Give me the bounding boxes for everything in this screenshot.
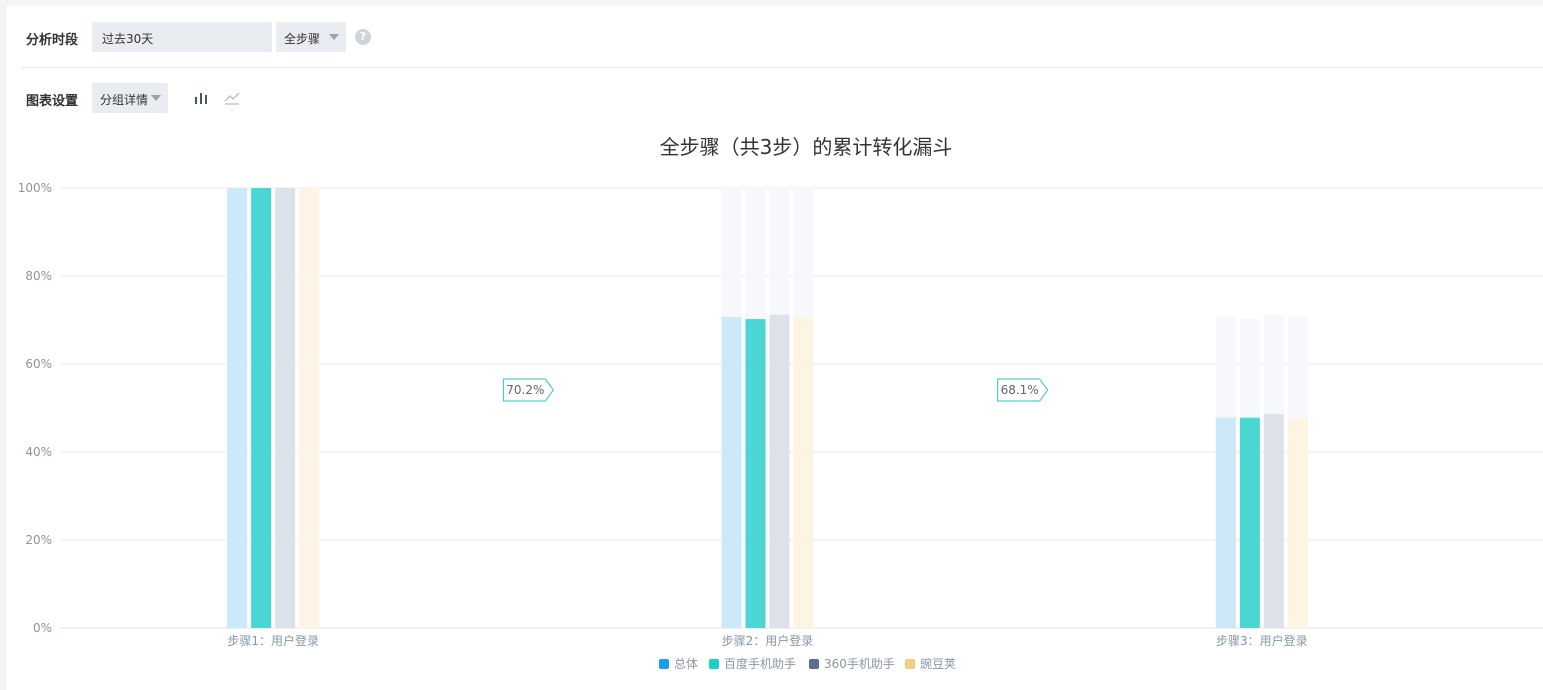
y-tick-label: 40% [25, 445, 52, 459]
legend-label: 360手机助手 [824, 657, 895, 671]
bar[interactable] [275, 188, 296, 628]
y-tick-label: 100% [18, 181, 52, 195]
legend-item[interactable]: 总体 [659, 657, 698, 671]
legend-swatch [905, 659, 915, 669]
bar[interactable] [745, 319, 766, 628]
bar[interactable] [1239, 417, 1260, 628]
bar[interactable] [1287, 419, 1308, 628]
bar[interactable] [769, 314, 790, 628]
y-tick-label: 60% [25, 357, 52, 371]
legend-item[interactable]: 百度手机助手 [709, 656, 796, 671]
legend-item[interactable]: 豌豆荚 [905, 656, 956, 671]
legend-label: 总体 [674, 657, 698, 671]
bar[interactable] [299, 188, 320, 628]
legend-swatch [709, 659, 719, 669]
bar[interactable] [793, 316, 814, 628]
label-layer: 步骤1：用户登录 步骤2：用户登录 步骤3：用户登录 [227, 633, 1307, 648]
y-tick-label: 20% [25, 533, 52, 547]
funnel-chart: 全步骤（共3步）的累计转化漏斗 0% 20% 40% 60% 80% 100% 步骤1：用… [18, 135, 1543, 671]
legend-swatch [659, 659, 669, 669]
chart-title: 全步骤（共3步）的累计转化漏斗 [660, 135, 953, 159]
bar-layer [227, 188, 1308, 628]
bar[interactable] [721, 316, 742, 628]
legend-swatch [809, 659, 819, 669]
bar[interactable] [227, 188, 248, 628]
conversion-badge-label: 68.1% [1001, 383, 1039, 397]
legend-label: 百度手机助手 [724, 656, 796, 671]
x-tick-label: 步骤3：用户登录 [1216, 633, 1308, 648]
legend: 总体 百度手机助手 360手机助手 豌豆荚 [659, 656, 956, 671]
legend-label: 豌豆荚 [920, 656, 956, 671]
bar[interactable] [251, 188, 272, 628]
conversion-badge-label: 70.2% [506, 383, 544, 397]
y-tick-label: 80% [25, 269, 52, 283]
x-tick-label: 步骤2：用户登录 [722, 633, 814, 648]
x-tick-label: 步骤1：用户登录 [227, 633, 319, 648]
bar[interactable] [1215, 417, 1236, 628]
bar[interactable] [1263, 414, 1284, 628]
legend-item[interactable]: 360手机助手 [809, 657, 895, 671]
y-tick-label: 0% [33, 621, 52, 635]
